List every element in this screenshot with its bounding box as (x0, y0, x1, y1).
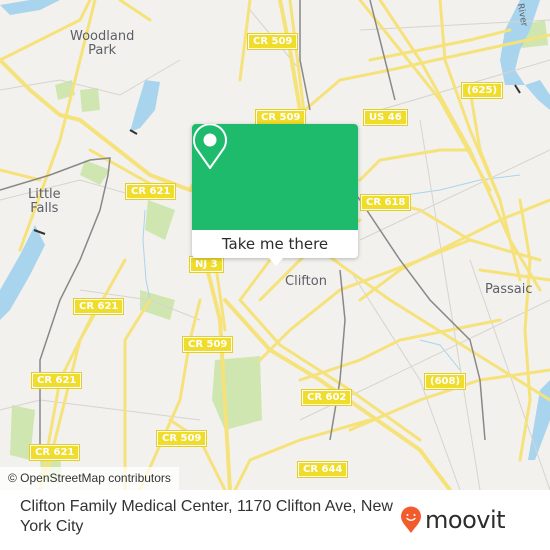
popup-header[interactable] (192, 124, 358, 230)
map-view[interactable]: Woodland Park Little Falls Clifton Passa… (0, 0, 550, 490)
road-shield: CR 621 (28, 444, 81, 461)
road-shield: US 46 (363, 109, 408, 126)
road-shield: CR 602 (300, 389, 353, 406)
road-shield: NJ 3 (189, 256, 224, 273)
road-shield: CR 618 (359, 194, 412, 211)
location-pin-icon (193, 124, 227, 169)
road-shield: CR 509 (181, 336, 234, 353)
place-label-passaic: Passaic (485, 282, 533, 297)
moovit-logo[interactable]: moovit (400, 502, 506, 538)
road-shield: CR 644 (296, 461, 349, 478)
place-label-little-falls: Little Falls (28, 187, 61, 216)
road-shield: (625) (460, 82, 504, 99)
footer: Clifton Family Medical Center, 1170 Clif… (0, 490, 550, 550)
map-attribution: © OpenStreetMap contributors (0, 467, 179, 490)
road-shield: CR 621 (72, 298, 125, 315)
road-shield: CR 621 (124, 183, 177, 200)
moovit-smiley-pin-icon (401, 506, 421, 533)
take-me-there-button[interactable]: Take me there (192, 230, 358, 258)
road-shield: (608) (423, 373, 467, 390)
brand-name: moovit (425, 506, 506, 534)
place-label-woodland-park: Woodland Park (70, 29, 135, 58)
road-shield: CR 509 (155, 430, 208, 447)
place-title: Clifton Family Medical Center, 1170 Clif… (20, 498, 393, 535)
road-shield: CR 621 (30, 372, 83, 389)
take-me-there-popup[interactable]: Take me there (192, 124, 358, 266)
place-label-clifton: Clifton (285, 274, 327, 289)
popup-pointer (267, 256, 285, 266)
road-shield: CR 509 (246, 33, 299, 50)
road-shield: CR 509 (254, 109, 307, 126)
